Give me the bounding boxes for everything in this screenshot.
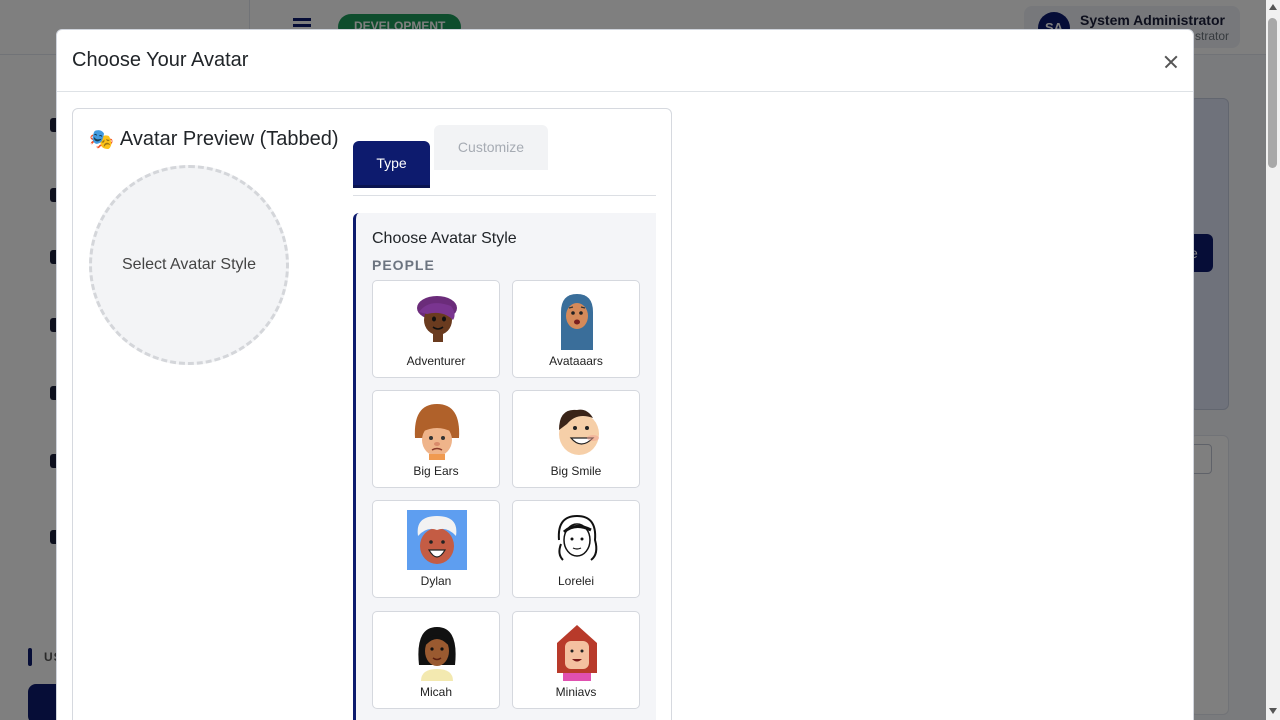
avatar-style-avataaars[interactable]: Avataaars: [512, 280, 640, 378]
scroll-down-arrow-icon[interactable]: [1269, 708, 1277, 714]
preview-title: 🎭 Avatar Preview (Tabbed): [89, 127, 339, 152]
miniavs-avatar-icon: [557, 625, 597, 681]
avataaars-avatar-icon: [561, 294, 593, 350]
lorelei-avatar-icon: [557, 514, 598, 561]
style-group-label: PEOPLE: [372, 257, 435, 273]
avatar-preview-placeholder: Select Avatar Style: [122, 256, 256, 273]
avatar-panel: 🎭 Avatar Preview (Tabbed) Select Avatar …: [72, 108, 672, 720]
avatar-style-miniavs[interactable]: Miniavs: [512, 611, 640, 709]
avatar-style-label: Big Smile: [550, 464, 602, 478]
avatar-preview: Select Avatar Style: [89, 165, 289, 365]
scroll-up-arrow-icon[interactable]: [1269, 4, 1277, 10]
avatar-modal: Choose Your Avatar 🎭 Avatar Preview (Tab…: [56, 29, 1194, 720]
avatar-style-label: Micah: [419, 685, 452, 699]
theater-masks-icon: 🎭: [89, 129, 114, 151]
tab-customize[interactable]: Customize: [434, 125, 548, 170]
avatar-style-micah[interactable]: Micah: [372, 611, 500, 709]
big-ears-avatar-icon: [414, 404, 460, 460]
scrollbar-thumb[interactable]: [1268, 18, 1277, 168]
avatar-style-label: Adventurer: [406, 354, 466, 368]
avatar-tabs: Type Customize: [353, 125, 656, 196]
modal-title: Choose Your Avatar: [72, 49, 249, 71]
style-picker-heading: Choose Avatar Style: [372, 230, 517, 247]
avatar-style-big-smile[interactable]: Big Smile: [512, 390, 640, 488]
tab-type[interactable]: Type: [353, 141, 430, 188]
modal-header: Choose Your Avatar: [57, 30, 1193, 92]
avatar-style-adventurer[interactable]: Adventurer: [372, 280, 500, 378]
micah-avatar-icon: [418, 627, 456, 681]
avatar-style-dylan[interactable]: Dylan: [372, 500, 500, 598]
avatar-style-label: Dylan: [420, 574, 452, 588]
avatar-style-label: Miniavs: [555, 685, 597, 699]
style-picker: Choose Avatar Style PEOPLE Adventurer Av…: [353, 213, 656, 720]
big-smile-avatar-icon: [559, 409, 599, 455]
avatar-style-lorelei[interactable]: Lorelei: [512, 500, 640, 598]
avatar-style-big-ears[interactable]: Big Ears: [372, 390, 500, 488]
preview-title-text: Avatar Preview (Tabbed): [119, 128, 339, 150]
adventurer-avatar-icon: [417, 296, 457, 342]
avatar-style-label: Big Ears: [413, 464, 459, 478]
dylan-avatar-icon: [407, 510, 467, 570]
close-icon[interactable]: [1159, 50, 1183, 74]
avatar-style-label: Avataaars: [549, 354, 603, 368]
avatar-style-label: Lorelei: [557, 574, 595, 588]
